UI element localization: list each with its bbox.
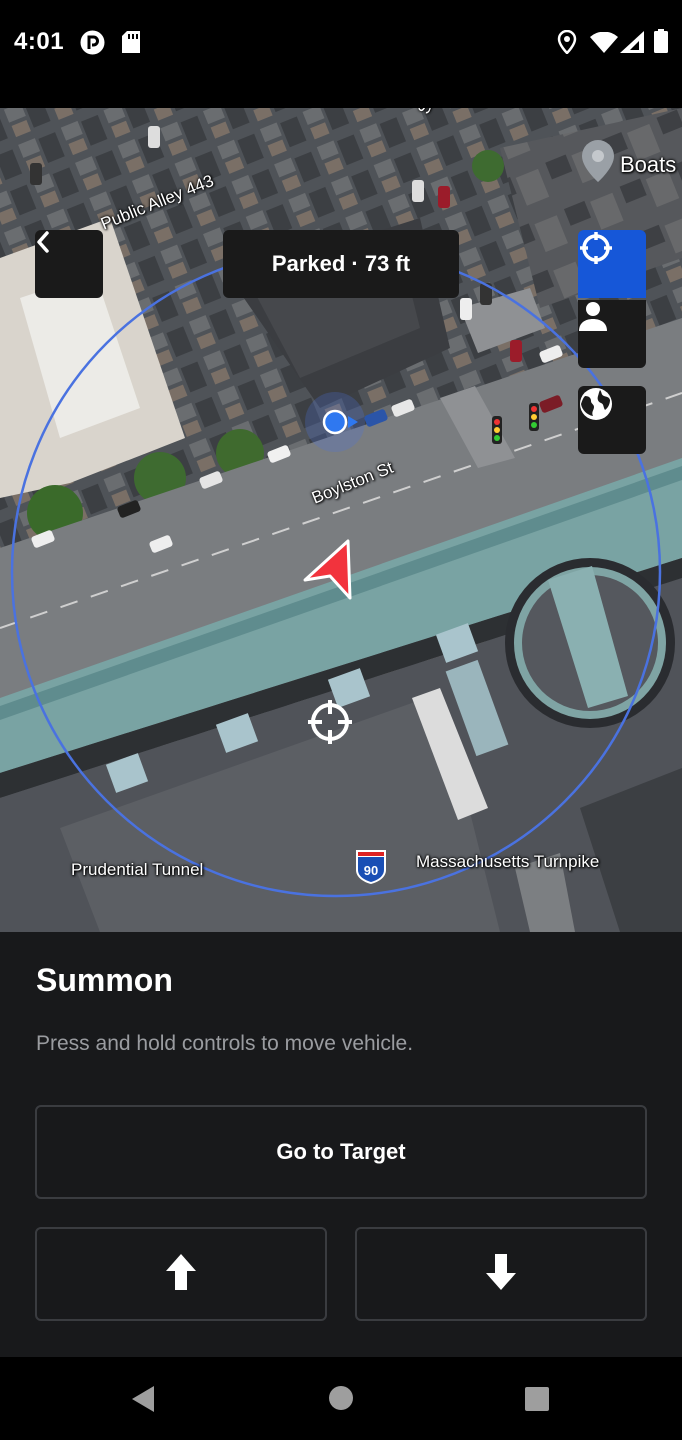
home-circle-icon[interactable] [328, 1385, 354, 1416]
signal-icon [620, 31, 644, 58]
panel-instructions: Press and hold controls to move vehicle. [36, 1032, 414, 1055]
move-reverse-button[interactable] [355, 1227, 647, 1321]
back-button[interactable] [35, 230, 103, 298]
go-to-target-button[interactable]: Go to Target [35, 1105, 647, 1199]
pocketcasts-icon [80, 30, 105, 60]
battery-icon [654, 29, 668, 58]
vehicle-status-pill: Parked · 73 ft [223, 230, 459, 298]
arrow-up-icon [166, 1253, 196, 1295]
back-triangle-icon[interactable] [130, 1385, 156, 1418]
wifi-icon [590, 31, 618, 59]
arrow-down-icon [486, 1253, 516, 1295]
recenter-target-button[interactable] [578, 230, 646, 298]
status-time: 4:01 [14, 28, 65, 55]
recents-square-icon[interactable] [524, 1386, 550, 1417]
summon-panel: Summon Press and hold controls to move v… [0, 932, 682, 1357]
status-bar: 4:01 [0, 0, 682, 108]
location-icon [557, 29, 577, 59]
map-label-poi: Boats [620, 152, 677, 177]
sd-card-icon [122, 31, 140, 58]
center-on-person-button[interactable] [578, 300, 646, 368]
satellite-map[interactable]: 90 Public Alley 443 Boylston St Prudenti… [0, 108, 682, 932]
map-style-globe-button[interactable] [578, 386, 646, 454]
panel-title: Summon [36, 962, 173, 998]
route-shield-number: 90 [364, 863, 378, 878]
map-label-tunnel: Prudential Tunnel [71, 860, 204, 879]
system-nav-bar [0, 1357, 682, 1440]
move-forward-button[interactable] [35, 1227, 327, 1321]
map-label-turnpike: Massachusetts Turnpike [416, 852, 600, 871]
